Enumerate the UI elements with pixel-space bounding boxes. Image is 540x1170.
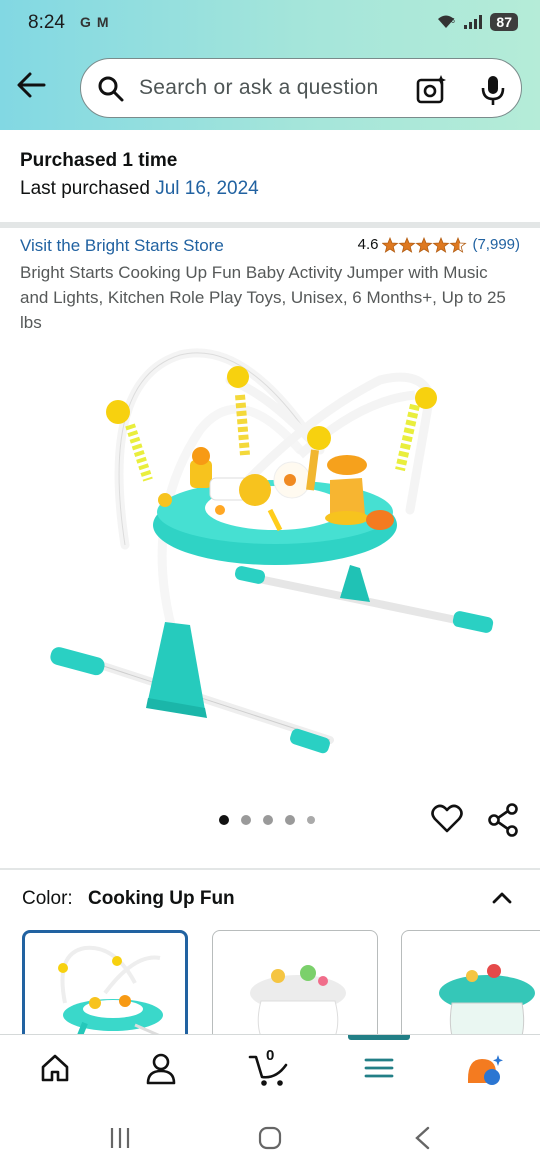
back-button-icon[interactable] — [412, 1126, 434, 1150]
svg-text:6: 6 — [451, 18, 455, 25]
last-purchased-date[interactable]: Jul 16, 2024 — [155, 178, 259, 199]
heart-icon[interactable] — [431, 804, 463, 834]
notification-icons: G M — [80, 14, 109, 30]
swatch-thumbnail — [250, 965, 346, 1049]
purchase-history: Purchased 1 time Last purchased Jul 16, … — [0, 136, 540, 226]
recent-apps-icon[interactable] — [108, 1126, 132, 1150]
battery-indicator: 87 — [490, 13, 518, 31]
color-swatch-option-2[interactable] — [212, 930, 378, 1050]
chevron-up-icon[interactable] — [490, 886, 514, 910]
bottom-navigation: 0 — [0, 1034, 540, 1104]
camera-scan-icon[interactable] — [416, 74, 448, 104]
search-input[interactable]: Search or ask a question — [139, 76, 379, 100]
search-icon — [98, 76, 124, 102]
status-right: 6 87 — [436, 13, 518, 31]
carousel-dot[interactable] — [263, 815, 273, 825]
carousel-dot[interactable] — [219, 815, 229, 825]
cart-count: 0 — [266, 1047, 275, 1064]
purchase-count: Purchased 1 time — [20, 150, 178, 171]
share-icon[interactable] — [487, 803, 519, 837]
home-icon[interactable] — [40, 1053, 70, 1083]
color-selector-header: Color: Cooking Up Fun — [22, 888, 235, 910]
screen: 8:24 G M 6 87 Search or ask a question P… — [0, 0, 540, 1170]
product-title: Bright Starts Cooking Up Fun Baby Activi… — [20, 263, 506, 332]
carousel-dot[interactable] — [241, 815, 251, 825]
rating-count: (7,999) — [472, 236, 520, 253]
app-header: 8:24 G M 6 87 Search or ask a question — [0, 0, 540, 130]
google-icon: G — [80, 14, 91, 30]
rating-value: 4.6 — [357, 236, 379, 253]
carousel-dot[interactable] — [307, 816, 315, 824]
last-purchased: Last purchased Jul 16, 2024 — [20, 178, 259, 200]
gmail-icon: M — [96, 14, 109, 30]
system-navigation — [0, 1104, 540, 1170]
carousel-dot[interactable] — [285, 815, 295, 825]
last-purchased-label: Last purchased — [20, 178, 150, 199]
product-image[interactable] — [40, 340, 500, 770]
swatch-thumbnail — [439, 964, 535, 1049]
image-carousel-dots[interactable] — [219, 815, 315, 825]
home-button-icon[interactable] — [258, 1126, 282, 1150]
microphone-icon[interactable] — [479, 74, 507, 106]
account-icon[interactable] — [146, 1053, 176, 1085]
signal-icon — [464, 15, 483, 29]
menu-icon[interactable] — [364, 1053, 394, 1083]
divider — [0, 868, 540, 870]
active-tab-indicator — [348, 1035, 410, 1040]
color-label: Color: — [22, 888, 73, 909]
color-swatch-cooking-up-fun[interactable] — [22, 930, 188, 1050]
store-link[interactable]: Visit the Bright Starts Store — [20, 236, 224, 256]
color-swatch-option-3[interactable] — [401, 930, 540, 1050]
star-rating-icon — [382, 237, 467, 252]
rating-summary[interactable]: 4.6 (7,999) — [358, 236, 520, 253]
color-value: Cooking Up Fun — [87, 888, 235, 909]
status-bar: 8:24 G M 6 87 — [0, 0, 540, 50]
status-time: 8:24 — [28, 12, 65, 33]
divider — [0, 222, 540, 228]
back-arrow-icon[interactable] — [14, 68, 48, 102]
wifi-icon: 6 — [438, 15, 455, 28]
search-bar[interactable]: Search or ask a question — [80, 58, 522, 118]
swatch-thumbnail — [58, 945, 166, 1047]
rufus-ai-icon[interactable] — [466, 1053, 504, 1087]
